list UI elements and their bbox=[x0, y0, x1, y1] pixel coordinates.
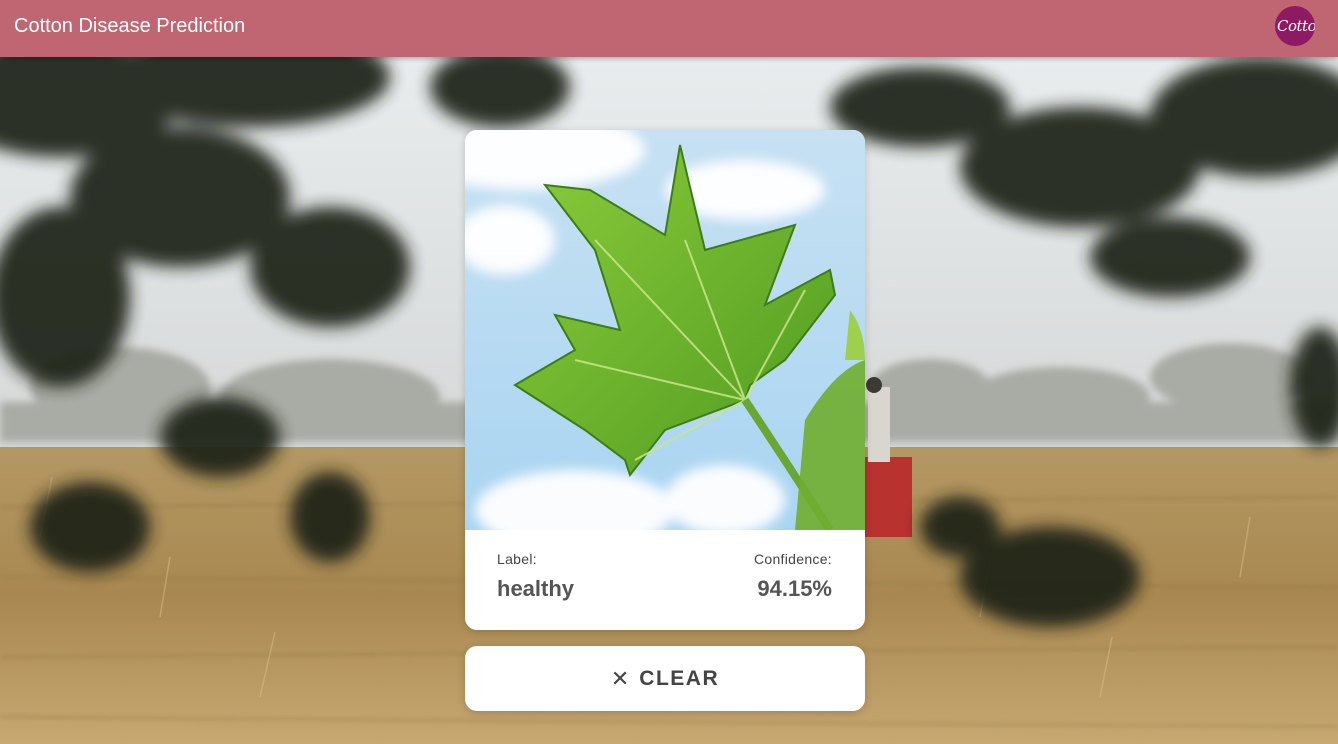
label-section: Label: healthy bbox=[497, 550, 574, 602]
label-value: healthy bbox=[497, 576, 575, 601]
prediction-card: Label: healthy Confidence: 94.15% bbox=[465, 130, 865, 630]
uploaded-leaf-image bbox=[465, 130, 865, 530]
close-icon: ✕ bbox=[610, 665, 630, 691]
label-caption: Label: bbox=[497, 551, 537, 567]
clear-button-label: CLEAR bbox=[639, 666, 720, 690]
app-title: Cotton Disease Prediction bbox=[14, 15, 246, 37]
clear-button[interactable]: ✕ CLEAR bbox=[465, 646, 865, 711]
app-root: Cotton Disease Prediction Cotton bbox=[0, 0, 1338, 744]
avatar[interactable]: Cotton bbox=[1275, 6, 1315, 46]
confidence-caption: Confidence: bbox=[753, 551, 832, 567]
prediction-details: Label: healthy Confidence: 94.15% bbox=[465, 530, 865, 630]
confidence-section: Confidence: 94.15% bbox=[754, 550, 832, 602]
confidence-value: 94.15% bbox=[757, 576, 832, 601]
app-header: Cotton Disease Prediction Cotton bbox=[0, 0, 1338, 57]
